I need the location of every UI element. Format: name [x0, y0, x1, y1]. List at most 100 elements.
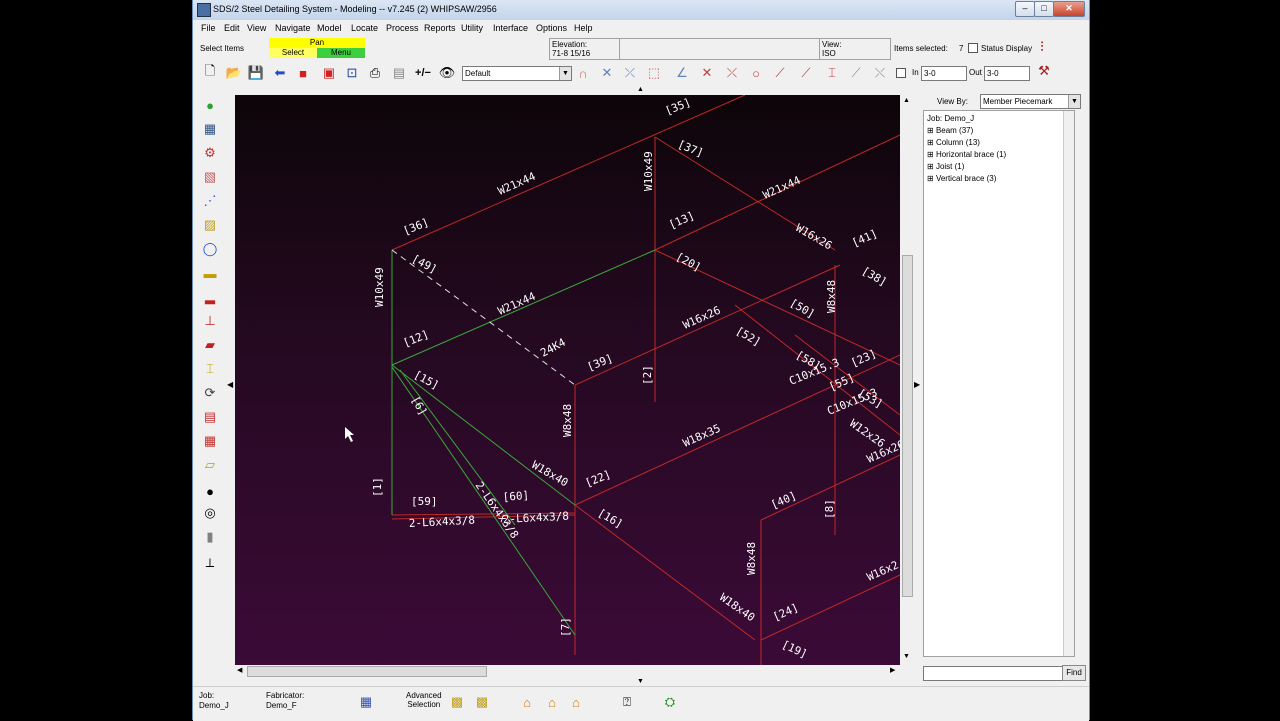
- new-file-icon[interactable]: 🗋: [201, 63, 219, 82]
- traffic-light-icon[interactable]: ●: [201, 96, 219, 114]
- cylinder-icon[interactable]: ▮: [201, 528, 219, 546]
- collapse-bottom-icon[interactable]: ▼: [637, 678, 644, 685]
- save-icon[interactable]: 💾: [247, 64, 265, 82]
- stack-icon[interactable]: ▦: [201, 432, 219, 450]
- mode-select[interactable]: Select: [269, 48, 317, 58]
- snap-tool-icon[interactable]: ⟋: [847, 64, 865, 82]
- horizontal-scroll-thumb[interactable]: [247, 666, 487, 677]
- menu-options[interactable]: Options: [536, 23, 567, 33]
- disk-icon[interactable]: ▤: [390, 64, 408, 82]
- menu-utility[interactable]: Utility: [461, 23, 483, 33]
- circles-icon[interactable]: ◎: [201, 504, 219, 522]
- tree-item-horizontal-brace[interactable]: ⊞ Horizontal brace (1): [927, 150, 1006, 159]
- find-field[interactable]: [923, 666, 1063, 681]
- tree-item-vertical-brace[interactable]: ⊞ Vertical brace (3): [927, 174, 996, 183]
- ruler-icon[interactable]: ▬: [201, 264, 219, 282]
- truss-icon-2[interactable]: ⌂: [543, 693, 561, 711]
- print-icon[interactable]: ⎙: [366, 64, 384, 82]
- tree-item-beam[interactable]: ⊞ Beam (37): [927, 126, 973, 135]
- menu-help[interactable]: Help: [574, 23, 593, 33]
- menu-model[interactable]: Model: [317, 23, 342, 33]
- tree-item-column[interactable]: ⊞ Column (13): [927, 138, 980, 147]
- scroll-up-icon[interactable]: ▲: [903, 97, 910, 104]
- gears-icon[interactable]: ⚙: [201, 144, 219, 162]
- collapse-top-icon[interactable]: ▲: [637, 86, 644, 93]
- circle-icon[interactable]: ◯: [201, 240, 219, 258]
- snap-tool-icon[interactable]: ⤫: [621, 64, 639, 82]
- menu-process[interactable]: Process: [386, 23, 419, 33]
- pcm-icon[interactable]: ▰: [201, 336, 219, 354]
- box-icon[interactable]: ▧: [201, 168, 219, 186]
- menu-reports[interactable]: Reports: [424, 23, 456, 33]
- menu-navigate[interactable]: Navigate: [275, 23, 311, 33]
- expand-icon[interactable]: ⊞: [927, 138, 936, 147]
- close-button[interactable]: ✕: [1053, 1, 1085, 17]
- tree-root-job[interactable]: Job: Demo_J: [927, 114, 974, 123]
- snap-tool-icon[interactable]: ✕: [698, 64, 716, 82]
- status-settings-icon[interactable]: ⫶: [1033, 38, 1051, 56]
- dashed-line-icon[interactable]: ⋰: [201, 192, 219, 210]
- chevron-down-icon[interactable]: ▼: [559, 67, 571, 80]
- rotate-icon[interactable]: ⟳: [201, 384, 219, 402]
- collapse-right-icon[interactable]: ▶: [914, 380, 920, 389]
- dot-icon[interactable]: ●: [201, 482, 219, 500]
- out-field[interactable]: 3-0: [984, 66, 1030, 81]
- magnet-icon[interactable]: ∩: [574, 64, 592, 82]
- menu-locate[interactable]: Locate: [351, 23, 378, 33]
- help-icon[interactable]: ⍰: [618, 693, 636, 711]
- model-canvas[interactable]: [35] [37] W21x44 W10x49 W21x44 [36] [49]…: [235, 95, 900, 665]
- menu-edit[interactable]: Edit: [224, 23, 240, 33]
- snap-tool-icon[interactable]: ✕: [598, 64, 616, 82]
- find-button[interactable]: Find: [1062, 665, 1086, 681]
- crane-icon[interactable]: ⚒: [1035, 62, 1053, 80]
- snap-tool-icon[interactable]: ⤫: [723, 64, 741, 82]
- snap-tool-icon[interactable]: ○: [747, 64, 765, 82]
- scroll-down-icon[interactable]: ▼: [903, 653, 910, 660]
- mode-pan[interactable]: Pan: [269, 38, 365, 48]
- collapse-left-icon[interactable]: ◀: [227, 380, 233, 389]
- fit-icon[interactable]: ▤: [201, 408, 219, 426]
- monitor-icon[interactable]: ▦: [201, 120, 219, 138]
- menu-view[interactable]: View: [247, 23, 266, 33]
- tree-scrollbar[interactable]: [1063, 111, 1074, 656]
- back-arrow-icon[interactable]: ⬅: [271, 64, 289, 82]
- eye-icon[interactable]: 👁: [438, 64, 456, 82]
- truss-icon-1[interactable]: ⌂: [518, 693, 536, 711]
- snap-tool-icon[interactable]: ⟋: [797, 64, 815, 82]
- expand-icon[interactable]: ⊞: [927, 126, 936, 135]
- truss-icon-3[interactable]: ⌂: [567, 693, 585, 711]
- zoom-window-icon[interactable]: ⊡: [343, 64, 361, 82]
- snap-tool-icon[interactable]: ⟋: [771, 64, 789, 82]
- selection-remove-icon[interactable]: ▩: [473, 693, 491, 711]
- minimize-button[interactable]: –: [1015, 1, 1035, 17]
- snap-tool-icon[interactable]: ∠: [673, 64, 691, 82]
- vertical-scroll-thumb[interactable]: [902, 255, 913, 597]
- view-combo[interactable]: Default ▼: [462, 66, 572, 81]
- bolt-icon[interactable]: ⊥: [201, 312, 219, 330]
- menu-interface[interactable]: Interface: [493, 23, 528, 33]
- horizontal-scrollbar[interactable]: ◀ ▶: [235, 665, 900, 678]
- chevron-down-icon[interactable]: ▼: [1068, 95, 1080, 108]
- tree-item-joist[interactable]: ⊞ Joist (1): [927, 162, 964, 171]
- view-by-combo[interactable]: Member Piecemark ▼: [980, 94, 1081, 109]
- folder-edit-icon[interactable]: ▱: [201, 456, 219, 474]
- member-select-icon[interactable]: ▣: [320, 64, 338, 82]
- snap-tool-icon[interactable]: ⤬: [871, 64, 889, 82]
- open-folder-icon[interactable]: 📂: [225, 64, 243, 82]
- in-out-checkbox[interactable]: [896, 68, 906, 78]
- scroll-right-icon[interactable]: ▶: [890, 666, 895, 674]
- robot-icon[interactable]: ⛭: [661, 693, 679, 711]
- calculator-icon[interactable]: ▦: [357, 693, 375, 711]
- in-field[interactable]: 3-0: [921, 66, 967, 81]
- mode-menu[interactable]: Menu: [317, 48, 365, 58]
- weld-icon[interactable]: ▂: [201, 288, 219, 306]
- plus-minus-icon[interactable]: +/−: [414, 64, 432, 82]
- expand-icon[interactable]: ⊞: [927, 174, 936, 183]
- beam-icon[interactable]: ⌶: [823, 64, 841, 82]
- vertical-scrollbar[interactable]: ▲ ▼: [901, 95, 913, 665]
- scroll-left-icon[interactable]: ◀: [237, 666, 242, 674]
- selection-add-icon[interactable]: ▩: [448, 693, 466, 711]
- maximize-button[interactable]: □: [1034, 1, 1054, 17]
- saw-icon[interactable]: ⟂: [201, 554, 219, 572]
- status-display-checkbox[interactable]: [968, 43, 978, 53]
